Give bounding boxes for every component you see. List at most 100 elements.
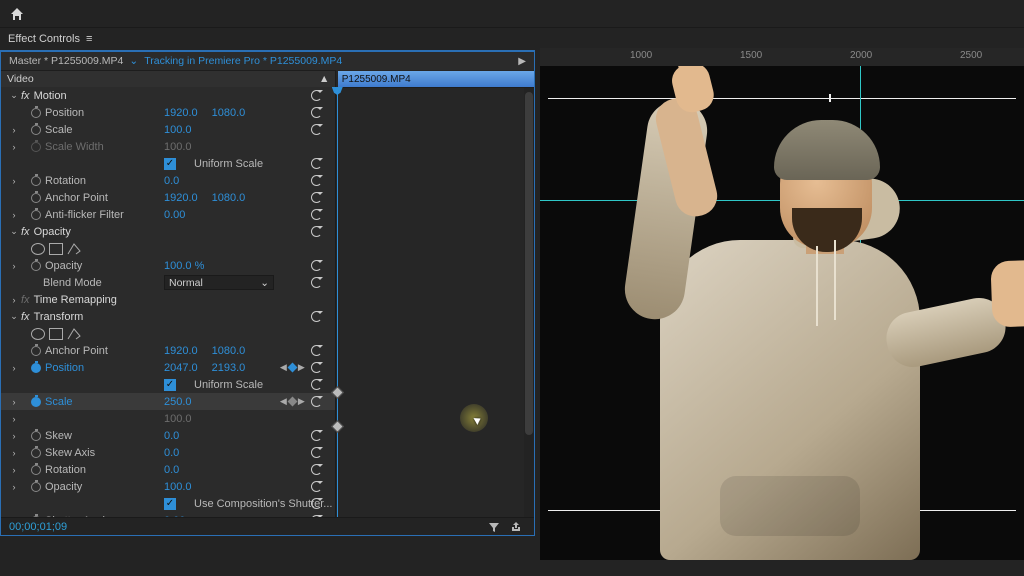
rect-mask-icon[interactable] bbox=[49, 328, 63, 340]
stopwatch-icon[interactable] bbox=[31, 465, 41, 475]
twirl-right-icon[interactable]: › bbox=[9, 465, 19, 475]
stopwatch-icon[interactable] bbox=[31, 125, 41, 135]
twirl-right-icon[interactable]: › bbox=[9, 125, 19, 135]
twirl-down-icon[interactable]: ⌄ bbox=[9, 90, 19, 101]
prev-keyframe-icon[interactable]: ◀ bbox=[280, 362, 287, 373]
reset-icon[interactable] bbox=[311, 464, 323, 476]
program-monitor[interactable]: 1000 1500 2000 2500 bbox=[540, 48, 1024, 560]
add-keyframe-icon[interactable] bbox=[287, 397, 297, 407]
video-section-header[interactable]: Video ▲ bbox=[1, 70, 335, 87]
stopwatch-icon[interactable] bbox=[31, 346, 41, 356]
stopwatch-icon[interactable] bbox=[31, 210, 41, 220]
export-icon[interactable] bbox=[510, 521, 522, 533]
twirl-right-icon[interactable]: › bbox=[9, 448, 19, 458]
skew-value[interactable]: 0.0 bbox=[164, 430, 179, 442]
reset-icon[interactable] bbox=[311, 430, 323, 442]
monitor-horizontal-ruler[interactable]: 1000 1500 2000 2500 bbox=[540, 48, 1024, 66]
home-button[interactable] bbox=[8, 5, 26, 23]
reset-icon[interactable] bbox=[311, 447, 323, 459]
flicker-value[interactable]: 0.00 bbox=[164, 209, 185, 221]
collapse-triangle-icon[interactable]: ▲ bbox=[319, 73, 329, 85]
fx-badge-icon[interactable]: fx bbox=[21, 311, 30, 323]
reset-icon[interactable] bbox=[311, 345, 323, 357]
position-y-value[interactable]: 1080.0 bbox=[212, 107, 246, 119]
reset-icon[interactable] bbox=[311, 192, 323, 204]
twirl-right-icon[interactable]: › bbox=[9, 431, 19, 441]
stopwatch-icon[interactable] bbox=[31, 431, 41, 441]
property-label[interactable]: Scale bbox=[45, 396, 73, 408]
fx-badge-icon[interactable]: fx bbox=[21, 294, 30, 306]
fx-badge-icon[interactable]: fx bbox=[21, 90, 30, 102]
position-x-value[interactable]: 2047.0 bbox=[164, 362, 198, 374]
stopwatch-icon[interactable] bbox=[31, 363, 41, 373]
effect-transform-header[interactable]: ⌄ fx Transform bbox=[1, 308, 335, 325]
twirl-right-icon[interactable]: › bbox=[9, 482, 19, 492]
rect-mask-icon[interactable] bbox=[49, 243, 63, 255]
comp-shutter-checkbox[interactable]: ✓ bbox=[164, 498, 176, 510]
prev-keyframe-icon[interactable]: ◀ bbox=[280, 396, 287, 407]
reset-icon[interactable] bbox=[311, 226, 323, 238]
ellipse-mask-icon[interactable] bbox=[31, 243, 45, 255]
stopwatch-icon[interactable] bbox=[31, 397, 41, 407]
twirl-right-icon[interactable]: › bbox=[9, 176, 19, 186]
clip-bar[interactable]: P1255009.MP4 bbox=[338, 71, 534, 87]
pen-mask-icon[interactable] bbox=[67, 328, 81, 340]
reset-icon[interactable] bbox=[311, 498, 323, 510]
anchor-x-value[interactable]: 1920.0 bbox=[164, 192, 198, 204]
reset-icon[interactable] bbox=[311, 175, 323, 187]
playhead[interactable] bbox=[337, 88, 338, 525]
reset-icon[interactable] bbox=[311, 396, 323, 408]
twirl-right-icon[interactable]: › bbox=[9, 210, 19, 220]
fx-badge-icon[interactable]: fx bbox=[21, 226, 30, 238]
next-keyframe-icon[interactable]: ▶ bbox=[298, 362, 305, 373]
stopwatch-icon[interactable] bbox=[31, 482, 41, 492]
anchor-y-value[interactable]: 1080.0 bbox=[212, 192, 246, 204]
stopwatch-icon[interactable] bbox=[31, 176, 41, 186]
reset-icon[interactable] bbox=[311, 90, 323, 102]
reset-icon[interactable] bbox=[311, 260, 323, 272]
add-keyframe-icon[interactable] bbox=[287, 363, 297, 373]
effect-opacity-header[interactable]: ⌄ fx Opacity bbox=[1, 223, 335, 240]
reset-icon[interactable] bbox=[311, 124, 323, 136]
twirl-right-icon[interactable]: › bbox=[9, 397, 19, 407]
twirl-down-icon[interactable]: ⌄ bbox=[9, 226, 19, 237]
reset-icon[interactable] bbox=[311, 481, 323, 493]
scale-value[interactable]: 100.0 bbox=[164, 124, 192, 136]
stopwatch-icon[interactable] bbox=[31, 448, 41, 458]
filter-icon[interactable] bbox=[488, 521, 500, 533]
effect-controls-tab[interactable]: Effect Controls ≡ bbox=[0, 28, 1024, 50]
anchor-y-value[interactable]: 1080.0 bbox=[212, 345, 246, 357]
twirl-right-icon[interactable]: › bbox=[9, 295, 19, 305]
scale-value[interactable]: 250.0 bbox=[164, 396, 192, 408]
panel-menu-icon[interactable]: ≡ bbox=[86, 33, 92, 45]
blend-mode-dropdown[interactable]: Normal⌄ bbox=[164, 275, 274, 290]
position-x-value[interactable]: 1920.0 bbox=[164, 107, 198, 119]
stopwatch-icon[interactable] bbox=[31, 193, 41, 203]
skew-axis-value[interactable]: 0.0 bbox=[164, 447, 179, 459]
effect-timeline-column[interactable]: 00 00,00,16,00 P1255009.MP4 bbox=[335, 70, 534, 535]
twirl-right-icon[interactable]: › bbox=[9, 363, 19, 373]
twirl-right-icon[interactable]: › bbox=[9, 261, 19, 271]
effect-time-remap-header[interactable]: › fx Time Remapping bbox=[1, 291, 335, 308]
breadcrumb-sequence[interactable]: Tracking in Premiere Pro * P1255009.MP4 bbox=[144, 55, 342, 67]
reset-icon[interactable] bbox=[311, 107, 323, 119]
opacity-value[interactable]: 100.0 % bbox=[164, 260, 204, 272]
position-y-value[interactable]: 2193.0 bbox=[212, 362, 246, 374]
play-indicator-icon[interactable]: ▶ bbox=[518, 56, 526, 67]
uniform-scale-checkbox[interactable]: ✓ bbox=[164, 158, 176, 170]
timecode-display[interactable]: 00;00;01;09 bbox=[9, 521, 67, 533]
reset-icon[interactable] bbox=[311, 209, 323, 221]
anchor-x-value[interactable]: 1920.0 bbox=[164, 345, 198, 357]
reset-icon[interactable] bbox=[311, 362, 323, 374]
property-label[interactable]: Position bbox=[45, 362, 84, 374]
effect-motion-header[interactable]: ⌄ fx Motion bbox=[1, 87, 335, 104]
rotation-value[interactable]: 0.0 bbox=[164, 175, 179, 187]
ellipse-mask-icon[interactable] bbox=[31, 328, 45, 340]
twirl-down-icon[interactable]: ⌄ bbox=[9, 311, 19, 322]
stopwatch-icon[interactable] bbox=[31, 108, 41, 118]
next-keyframe-icon[interactable]: ▶ bbox=[298, 396, 305, 407]
rotation-value[interactable]: 0.0 bbox=[164, 464, 179, 476]
reset-icon[interactable] bbox=[311, 379, 323, 391]
pen-mask-icon[interactable] bbox=[67, 243, 81, 255]
monitor-view[interactable] bbox=[540, 66, 1024, 560]
